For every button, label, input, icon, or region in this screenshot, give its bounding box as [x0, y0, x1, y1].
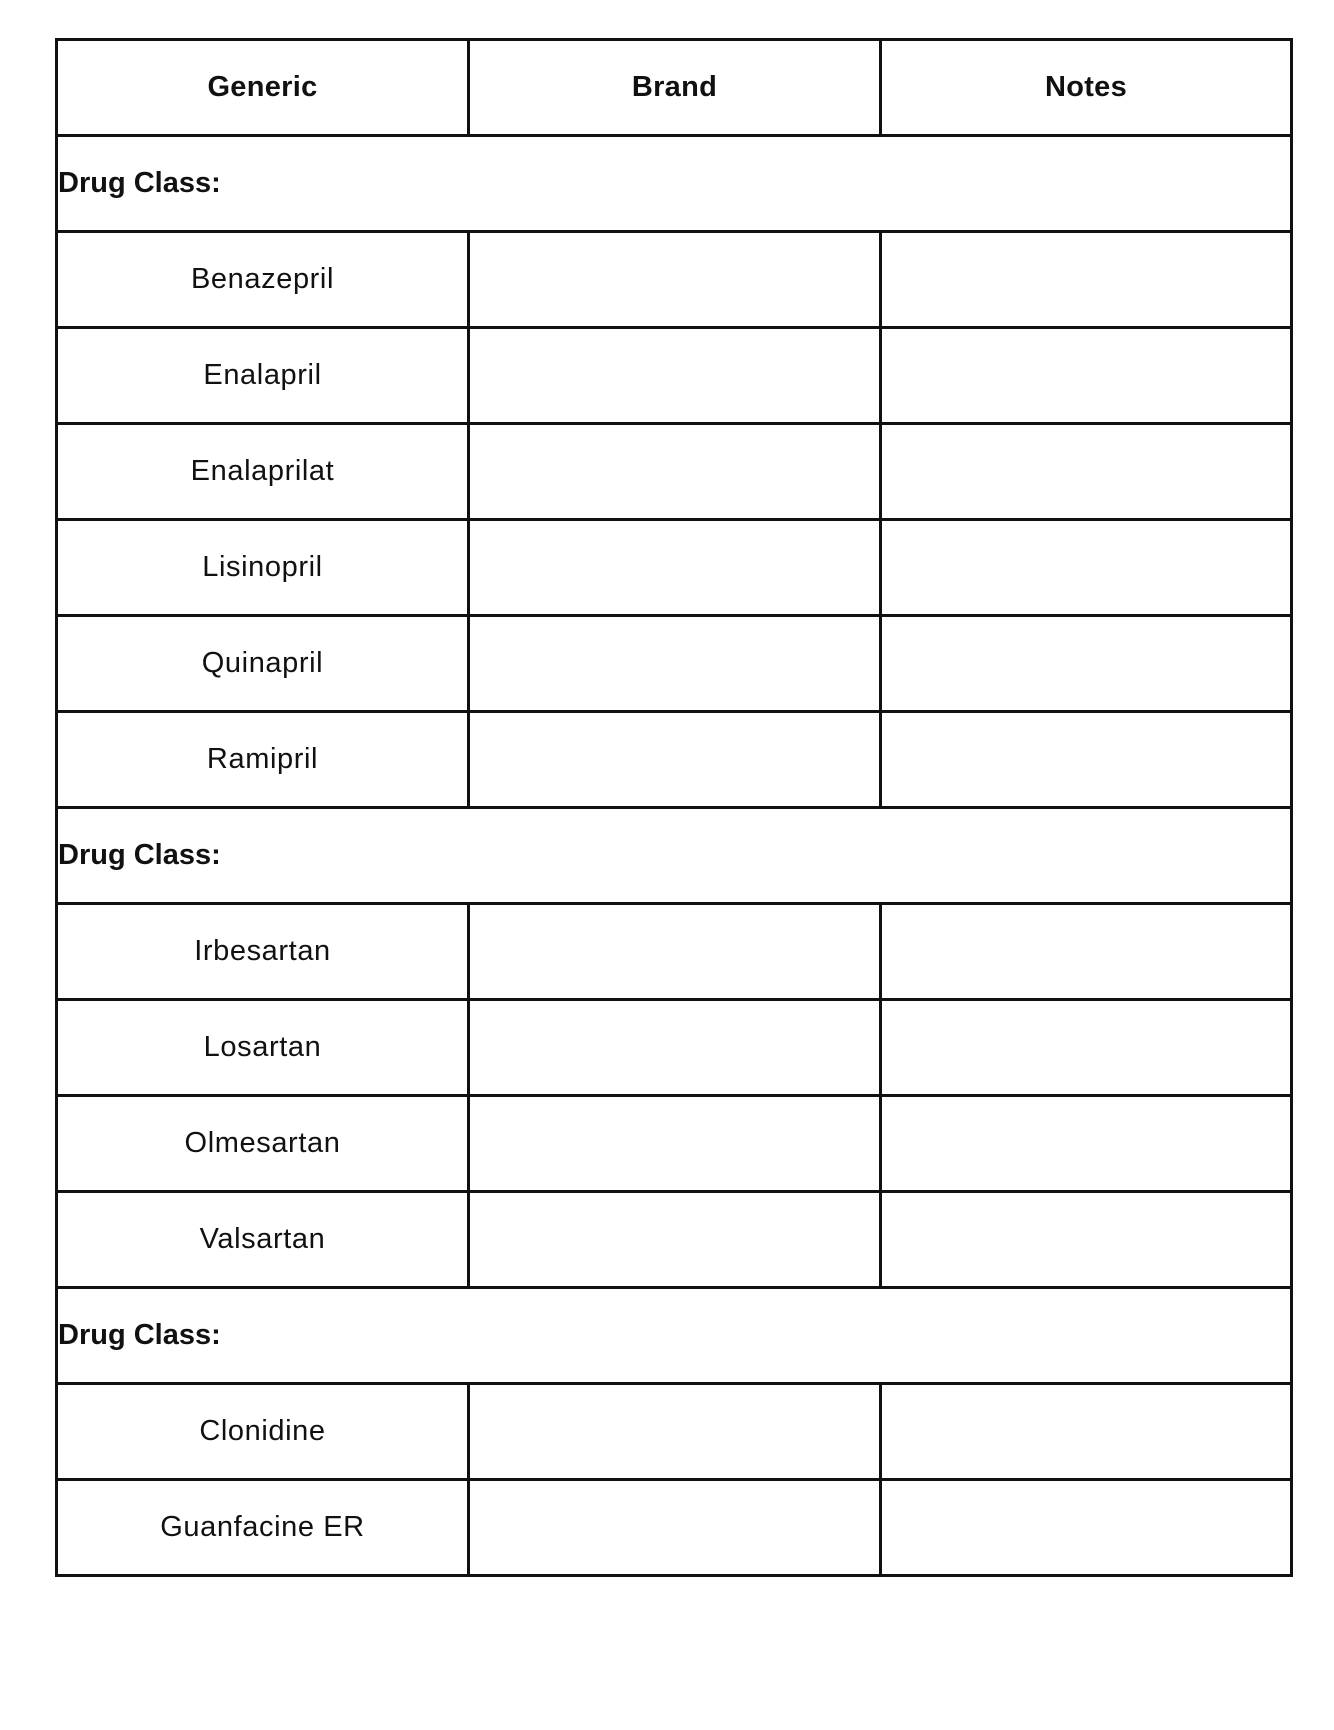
brand-name-cell[interactable]	[467, 1478, 882, 1577]
notes-cell[interactable]	[879, 1382, 1293, 1481]
brand-name-cell[interactable]	[467, 230, 882, 329]
generic-name-cell: Irbesartan	[55, 902, 470, 1001]
generic-name-cell: Olmesartan	[55, 1094, 470, 1193]
brand-name-cell[interactable]	[467, 1094, 882, 1193]
drug-row: Losartan	[55, 998, 1293, 1097]
notes-cell[interactable]	[879, 902, 1293, 1001]
brand-name-cell[interactable]	[467, 422, 882, 521]
notes-cell[interactable]	[879, 1190, 1293, 1289]
drug-row: Olmesartan	[55, 1094, 1293, 1193]
generic-name-cell: Enalapril	[55, 326, 470, 425]
drug-row: Enalapril	[55, 326, 1293, 425]
drug-class-label[interactable]: Drug Class:	[55, 806, 1293, 905]
drug-row: Irbesartan	[55, 902, 1293, 1001]
drug-class-label[interactable]: Drug Class:	[55, 134, 1293, 233]
brand-name-cell[interactable]	[467, 902, 882, 1001]
drug-class-row: Drug Class:	[55, 1286, 1293, 1385]
notes-cell[interactable]	[879, 518, 1293, 617]
brand-name-cell[interactable]	[467, 998, 882, 1097]
generic-name-cell: Lisinopril	[55, 518, 470, 617]
notes-cell[interactable]	[879, 1094, 1293, 1193]
brand-name-cell[interactable]	[467, 326, 882, 425]
drug-row: Benazepril	[55, 230, 1293, 329]
drug-class-row: Drug Class:	[55, 806, 1293, 905]
drug-row: Valsartan	[55, 1190, 1293, 1289]
generic-name-cell: Enalaprilat	[55, 422, 470, 521]
column-header-notes: Notes	[879, 38, 1293, 137]
notes-cell[interactable]	[879, 998, 1293, 1097]
generic-name-cell: Quinapril	[55, 614, 470, 713]
notes-cell[interactable]	[879, 230, 1293, 329]
drug-row: Clonidine	[55, 1382, 1293, 1481]
brand-name-cell[interactable]	[467, 710, 882, 809]
drug-row: Enalaprilat	[55, 422, 1293, 521]
drug-row: Quinapril	[55, 614, 1293, 713]
brand-name-cell[interactable]	[467, 614, 882, 713]
generic-name-cell: Clonidine	[55, 1382, 470, 1481]
column-header-brand: Brand	[467, 38, 882, 137]
brand-name-cell[interactable]	[467, 1382, 882, 1481]
drug-row: Lisinopril	[55, 518, 1293, 617]
generic-name-cell: Ramipril	[55, 710, 470, 809]
header-row: Generic Brand Notes	[55, 38, 1293, 137]
generic-name-cell: Guanfacine ER	[55, 1478, 470, 1577]
drug-class-row: Drug Class:	[55, 134, 1293, 233]
generic-name-cell: Valsartan	[55, 1190, 470, 1289]
notes-cell[interactable]	[879, 710, 1293, 809]
brand-name-cell[interactable]	[467, 518, 882, 617]
notes-cell[interactable]	[879, 614, 1293, 713]
drug-row: Guanfacine ER	[55, 1478, 1293, 1577]
notes-cell[interactable]	[879, 422, 1293, 521]
drug-row: Ramipril	[55, 710, 1293, 809]
column-header-generic: Generic	[55, 38, 470, 137]
drug-worksheet-table: Generic Brand Notes Drug Class: Benazepri…	[55, 38, 1293, 1577]
drug-class-label[interactable]: Drug Class:	[55, 1286, 1293, 1385]
notes-cell[interactable]	[879, 326, 1293, 425]
generic-name-cell: Losartan	[55, 998, 470, 1097]
generic-name-cell: Benazepril	[55, 230, 470, 329]
table-body: Drug Class: Benazepril Enalapril Enalaprila…	[55, 134, 1293, 1577]
brand-name-cell[interactable]	[467, 1190, 882, 1289]
notes-cell[interactable]	[879, 1478, 1293, 1577]
